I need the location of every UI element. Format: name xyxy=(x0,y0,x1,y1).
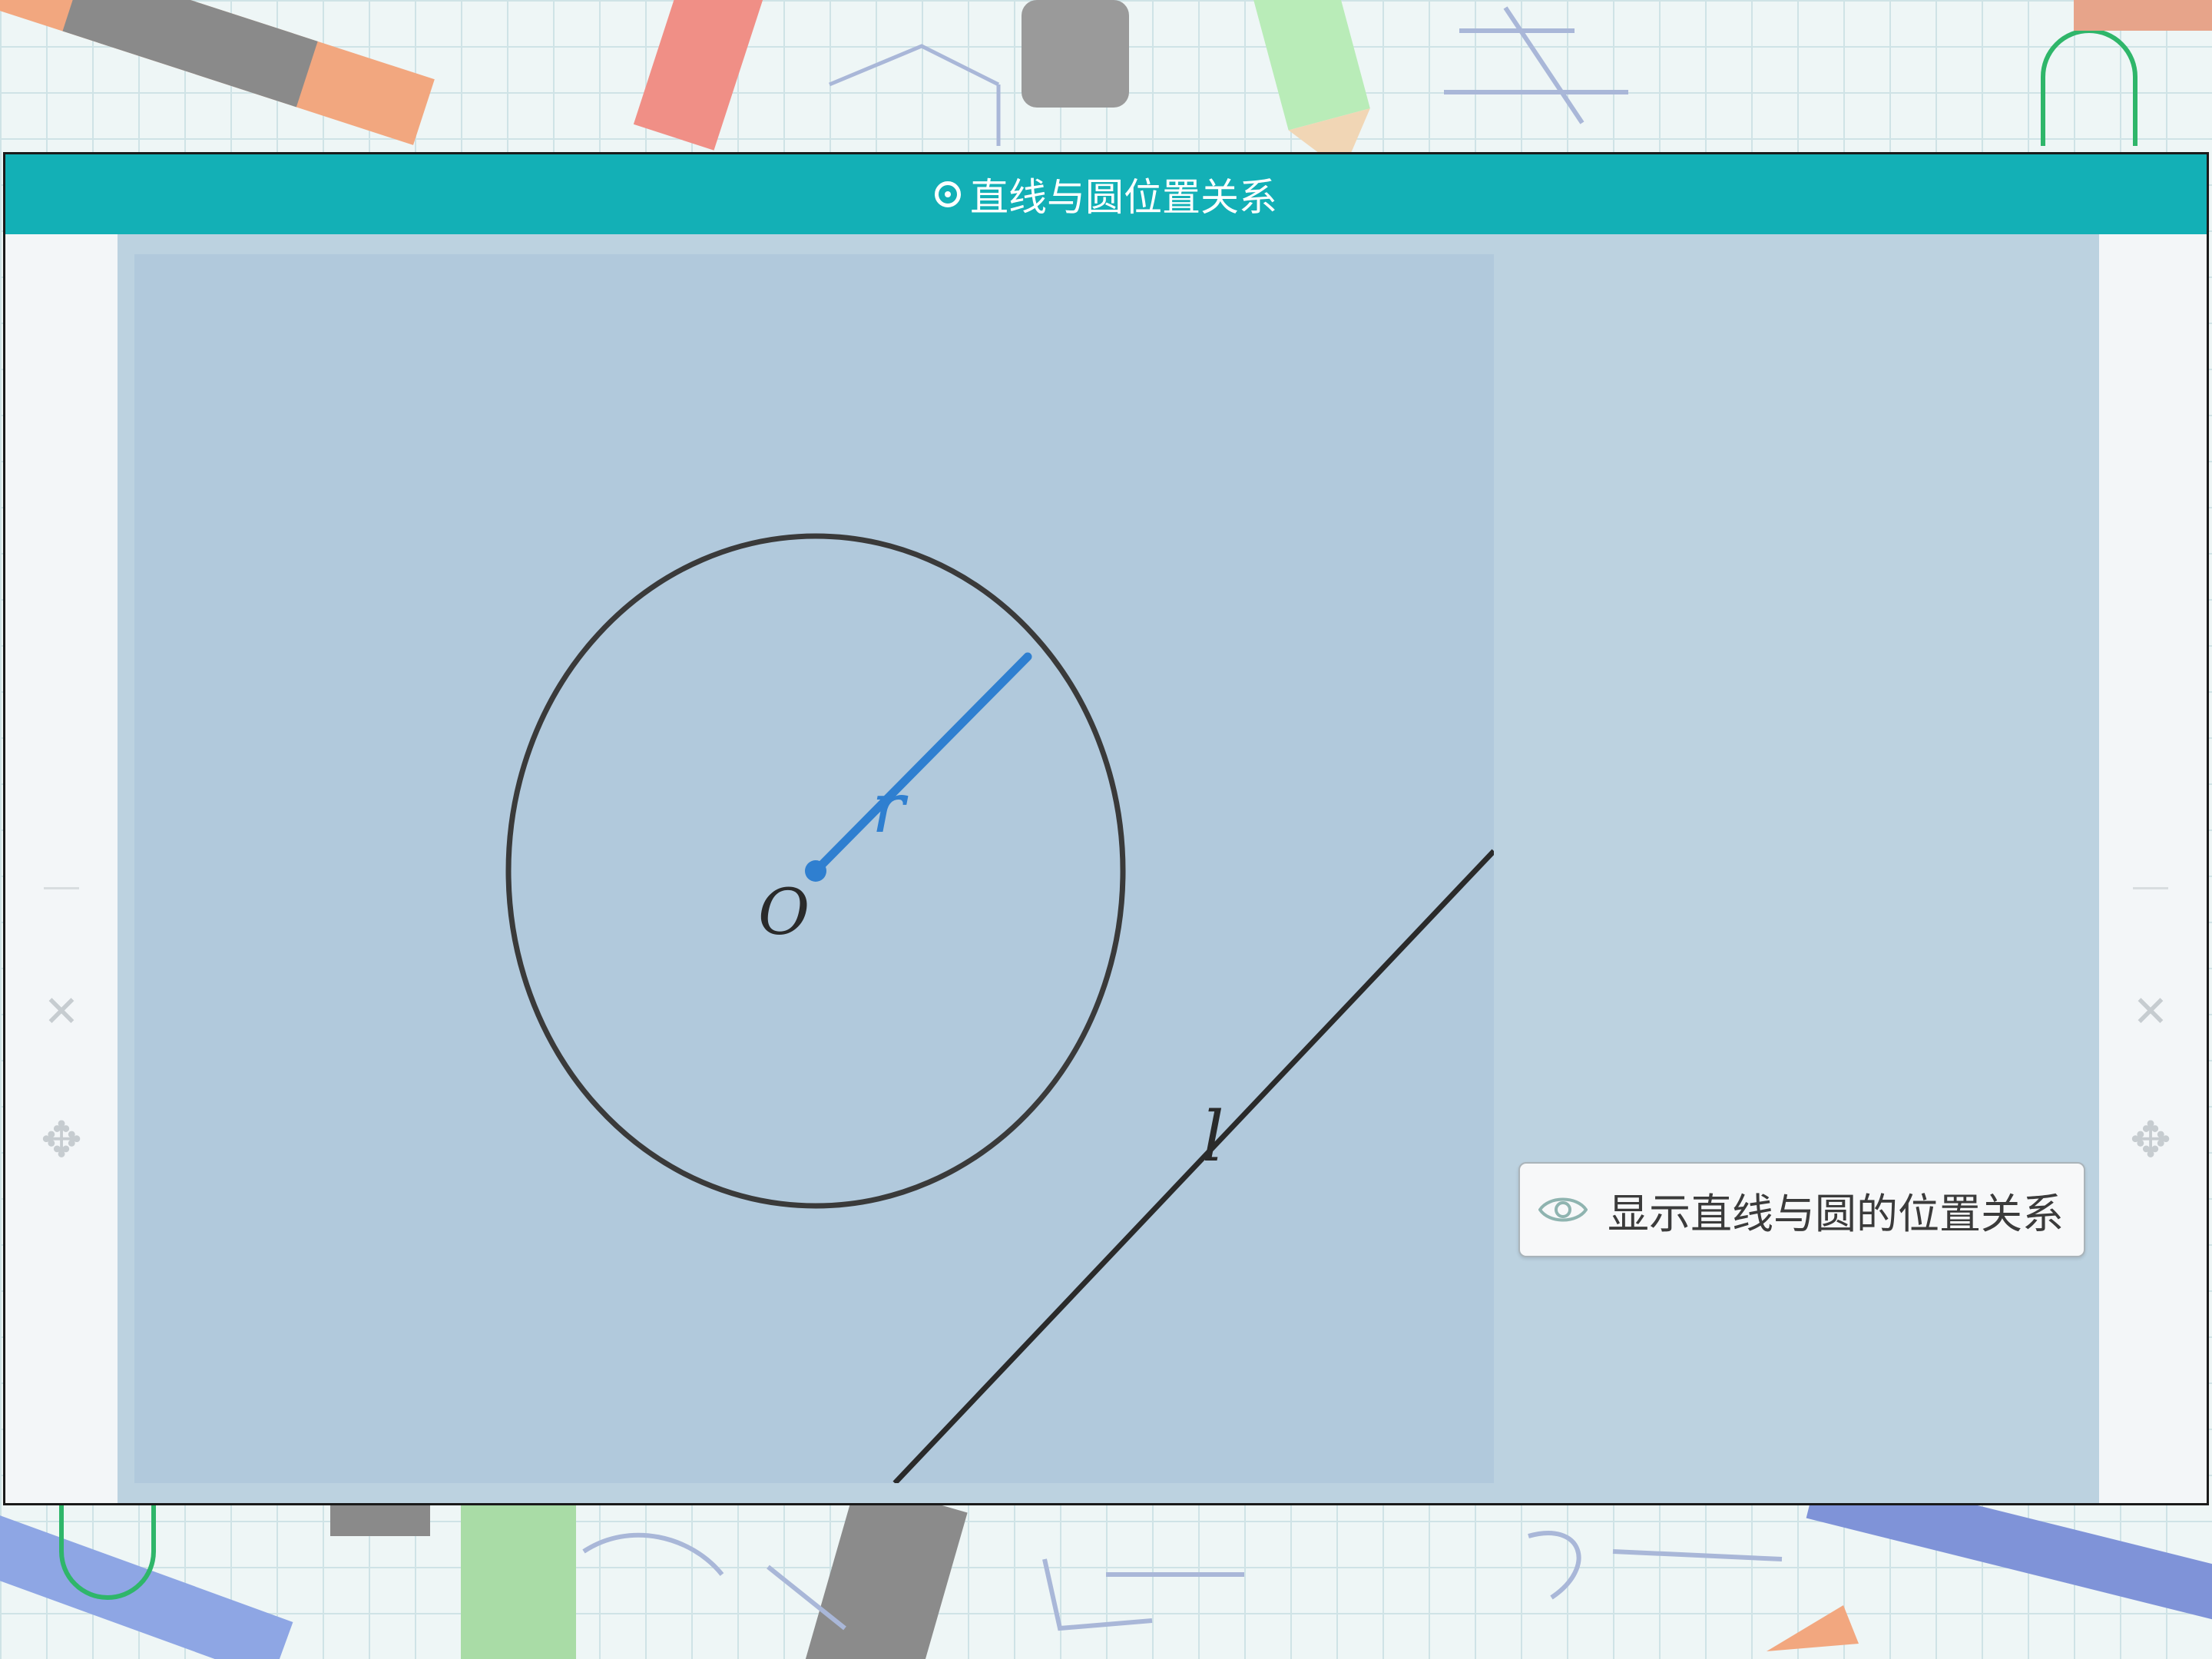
radius-segment xyxy=(811,652,1032,876)
show-relation-button[interactable]: 显示直线与圆的位置关系 xyxy=(1518,1162,2085,1257)
line-l xyxy=(892,849,1494,1483)
geometry-canvas[interactable]: O r l xyxy=(134,254,1494,1483)
title-bar[interactable]: 直线与圆位置关系 xyxy=(5,154,2207,234)
dash-icon[interactable] xyxy=(2094,887,2207,890)
left-side-controls: ✕ ✥ xyxy=(5,234,118,1503)
circle-dot-icon xyxy=(935,181,961,207)
close-icon[interactable]: ✕ xyxy=(5,991,118,1034)
app-window: 直线与圆位置关系 ✕ ✥ ✕ ✥ O r l 显示直线与圆的位置关系 xyxy=(3,152,2209,1505)
main-content: O r l 显示直线与圆的位置关系 xyxy=(118,234,2099,1503)
dash-icon[interactable] xyxy=(5,887,118,890)
desk-decoration-top xyxy=(0,0,2212,154)
show-relation-label: 显示直线与圆的位置关系 xyxy=(1608,1189,2064,1238)
move-icon[interactable]: ✥ xyxy=(5,1116,118,1165)
desk-decoration-bottom xyxy=(0,1505,2212,1659)
move-icon[interactable]: ✥ xyxy=(2094,1116,2207,1165)
geometry-figure: O r l xyxy=(505,533,1494,1483)
line-label: l xyxy=(1202,1097,1224,1177)
window-title: 直线与圆位置关系 xyxy=(970,175,1277,220)
eye-icon xyxy=(1538,1197,1588,1222)
radius-label: r xyxy=(872,768,909,849)
center-label: O xyxy=(758,876,810,949)
right-side-controls: ✕ ✥ xyxy=(2094,234,2207,1503)
close-icon[interactable]: ✕ xyxy=(2094,991,2207,1034)
